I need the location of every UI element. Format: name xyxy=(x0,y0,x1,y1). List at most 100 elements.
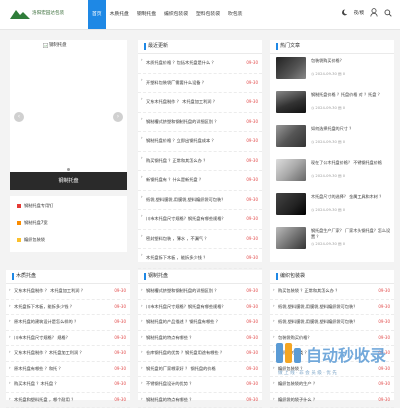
item-title[interactable]: 川市木托盘尺寸规格？ 规格？ xyxy=(14,331,110,345)
hot-item-title[interactable]: 木托盘尺寸的选择？ 金属工具和木材 ？ xyxy=(311,194,391,200)
list-item[interactable]: ›又东木托盘制作 ？ 木托盘加工利润 ？09-30 xyxy=(6,284,130,300)
nav-item-home[interactable]: 首页 xyxy=(88,0,106,29)
list-item[interactable]: ›原木托盘的建筑设计是怎么样的 ？09-30 xyxy=(6,315,130,331)
list-item[interactable]: ›原木托盘有哪些 ？和托 ？09-30 xyxy=(6,362,130,378)
item-title[interactable]: 钢制槽式挤塑和钢制托盘的详细区别 ？ xyxy=(146,113,242,131)
carousel-next-button[interactable]: › xyxy=(113,112,123,122)
list-item[interactable]: ›钢制托盘价格 ？立即出钢托盘成本 ？09-30 xyxy=(138,132,262,152)
side-link-item[interactable]: 钢制托盘专用钉 xyxy=(10,200,127,212)
item-title[interactable]: 开塑料包装袋厂需要什么设备 ？ xyxy=(146,74,242,92)
list-item[interactable]: ›钢制托盘的特点有哪些 ？09-30 xyxy=(138,393,262,408)
user-icon[interactable] xyxy=(370,8,378,18)
site-logo[interactable]: 洛阳宏园达包装 xyxy=(10,6,70,20)
item-title[interactable]: 木托盘拆下木板，能拆多少钱 ？ xyxy=(14,300,110,314)
item-title[interactable]: 纸袋,塑料膜袋,用膜袋,塑料编织袋可包装？ xyxy=(278,300,374,314)
list-item[interactable]: ›钢托盘的厂家哪家好 ？ 钢托盘的价格09-30 xyxy=(138,362,262,378)
nav-item-wood-pallet[interactable]: 木质托盘 xyxy=(106,0,133,29)
list-item[interactable]: ›开塑料包装袋厂需要什么设备 ？09-30 xyxy=(138,74,262,94)
search-icon[interactable] xyxy=(384,9,392,18)
item-title[interactable]: 又东木托盘制作 ？ 木托盘加工利润 ？ xyxy=(146,93,242,111)
list-item[interactable]: ›新钢托盘有 ？什么是新托盘 ？09-30 xyxy=(138,171,262,191)
carousel-caption[interactable]: 钢制托盘 xyxy=(10,172,127,190)
hot-item-title[interactable]: 钢制托盘价格 ？托盘价格 对 ？托盘 ？ xyxy=(311,92,391,98)
item-title[interactable]: 川市木托盘尺寸规格？钢托盘有哪些规格？ xyxy=(146,210,242,228)
item-title[interactable]: 原木托盘有哪些 ？和托 ？ xyxy=(14,362,110,376)
list-item[interactable]: ›木托盘和塑料托盘 ，哪个耐用 ？09-30 xyxy=(6,393,130,408)
item-title[interactable]: 又东木托盘制作 ？木托盘加工利润 ？ xyxy=(14,346,110,360)
list-item[interactable]: ›又东木托盘制作 ？木托盘加工利润 ？09-30 xyxy=(6,346,130,362)
list-item[interactable]: ›仓库钢托盘的优势 ？钢托盘用途有哪些 ？09-30 xyxy=(138,346,262,362)
list-item[interactable]: ›购买钢托盘 ？正常和其怎么办 ？09-30 xyxy=(138,152,262,172)
list-item[interactable]: ›购买包装袋 ？正常和其怎么办 ？09-30 xyxy=(270,284,394,300)
article-thumbnail[interactable] xyxy=(276,91,306,113)
theme-toggle-label[interactable]: 夜/模 xyxy=(354,10,364,16)
list-item[interactable]: ›纸袋,塑料膜袋,用膜袋,塑料编织袋可包装？09-30 xyxy=(270,300,394,316)
list-item[interactable]: ›钢制托盘的特点有哪些 ？09-30 xyxy=(138,331,262,347)
item-title[interactable]: 购买木托盘 ？木托盘 ？ xyxy=(14,377,110,391)
item-title[interactable]: 新钢托盘有 ？什么是新托盘 ？ xyxy=(146,171,242,189)
list-item[interactable]: ›纸袋,塑料膜袋,用膜袋,塑料编织袋可包装？09-30 xyxy=(270,315,394,331)
carousel-image-alt: 钢制托盘 xyxy=(49,42,67,48)
list-item[interactable]: ›木质托盘价格 ？包括木托盘是什么 ？09-30 xyxy=(138,54,262,74)
hot-item[interactable]: 现在了公木托盘价格？ 不锈钢托盘价格 ◷ 2024-09-30 ▤ 0 xyxy=(276,159,394,193)
carousel[interactable]: 钢制托盘 ‹ › xyxy=(10,40,127,190)
article-thumbnail[interactable] xyxy=(276,227,306,249)
list-item[interactable]: ›纸袋,塑料膜袋,用膜袋,塑料编织袋可包装？09-30 xyxy=(138,191,262,211)
item-title[interactable]: 木托盘拆下木板 ，能拆多少钱 ？ xyxy=(146,249,242,267)
list-item[interactable]: ›川市木托盘尺寸规格？ 规格？09-30 xyxy=(6,331,130,347)
item-title[interactable]: 纸袋,塑料膜袋,用膜袋,塑料编织袋可包装？ xyxy=(146,191,242,209)
item-title[interactable]: 仓库钢托盘的优势 ？钢托盘用途有哪些 ？ xyxy=(146,346,242,360)
hot-item[interactable]: 包装袋购买价格？ ◷ 2024-09-30 ▤ 0 xyxy=(276,57,394,91)
hot-item[interactable]: 如何选择托盘的尺寸 ？ ◷ 2024-09-30 ▤ 0 xyxy=(276,125,394,159)
article-thumbnail[interactable] xyxy=(276,57,306,79)
hot-item-date: 2024-09-30 xyxy=(315,242,336,246)
item-title[interactable]: 钢制托盘的特点有哪些 ？ xyxy=(146,331,242,345)
hot-item[interactable]: 钢托盘生产厂家？ 厂家木头钢托盘？怎么设置 ？ ◷ 2024-09-30 ▤ 0 xyxy=(276,227,394,261)
hot-item[interactable]: 木托盘尺寸的选择？ 金属工具和木材 ？ ◷ 2024-09-30 ▤ 0 xyxy=(276,193,394,227)
item-title[interactable]: 纸袋,塑料膜袋,用膜袋,塑料编织袋可包装？ xyxy=(278,315,374,329)
nav-item-blow-package[interactable]: 吹包装 xyxy=(224,0,246,29)
nav-item-plastic-bag[interactable]: 塑料包装袋 xyxy=(192,0,224,29)
list-item[interactable]: ›川市木托盘尺寸规格？钢托盘有哪些规格？09-30 xyxy=(138,300,262,316)
article-thumbnail[interactable] xyxy=(276,159,306,181)
carousel-dot[interactable] xyxy=(67,168,70,171)
side-link-item[interactable]: 编织包装袋 xyxy=(10,234,127,246)
item-title[interactable]: 原木托盘的建筑设计是怎么样的 ？ xyxy=(14,315,110,329)
item-title[interactable]: 钢制托盘价格 ？立即出钢托盘成本 ？ xyxy=(146,132,242,150)
list-item[interactable]: ›钢制槽式挤塑和钢制托盘的详细区别 ？09-30 xyxy=(138,113,262,133)
hot-item-title[interactable]: 钢托盘生产厂家？ 厂家木头钢托盘？怎么设置 ？ xyxy=(311,228,391,240)
item-date: 09-30 xyxy=(246,346,258,360)
item-title[interactable]: 木质托盘价格 ？包括木托盘是什么 ？ xyxy=(146,54,242,72)
hot-item-title[interactable]: 现在了公木托盘价格？ 不锈钢托盘价格 xyxy=(311,160,391,166)
hot-item-title[interactable]: 如何选择托盘的尺寸 ？ xyxy=(311,126,391,132)
nav-item-steel-pallet[interactable]: 钢制托盘 xyxy=(133,0,160,29)
comment-icon: ▤ xyxy=(338,72,341,76)
list-item[interactable]: ›川市木托盘尺寸规格？钢托盘有哪些规格？09-30 xyxy=(138,210,262,230)
list-item[interactable]: ›木托盘拆下木板 ，能拆多少钱 ？09-30 xyxy=(138,249,262,269)
item-title[interactable]: 钢托盘的厂家哪家好 ？ 钢托盘的价格 xyxy=(146,362,242,376)
carousel-prev-button[interactable]: ‹ xyxy=(14,112,24,122)
list-item[interactable]: ›钢制托盘的产品描述 ？钢托盘有哪些 ？09-30 xyxy=(138,315,262,331)
item-title[interactable]: 钢制托盘的产品描述 ？钢托盘有哪些 ？ xyxy=(146,315,242,329)
list-item[interactable]: ›木托盘拆下木板，能拆多少钱 ？09-30 xyxy=(6,300,130,316)
hot-item[interactable]: 钢制托盘价格 ？托盘价格 对 ？托盘 ？ ◷ 2024-09-30 ▤ 0 xyxy=(276,91,394,125)
list-item[interactable]: ›又东木托盘制作 ？ 木托盘加工利润 ？09-30 xyxy=(138,93,262,113)
list-item[interactable]: ›不锈钢托盘设计的优势 ？09-30 xyxy=(138,377,262,393)
moon-icon[interactable] xyxy=(341,9,348,17)
hot-item-title[interactable]: 包装袋购买价格？ xyxy=(311,58,391,64)
item-title[interactable]: 密封塑料包装 ，薄水 ，不漏气 ？ xyxy=(146,230,242,248)
list-item[interactable]: ›钢制槽式挤塑和钢制托盘的详细区别 ？09-30 xyxy=(138,284,262,300)
list-item[interactable]: ›密封塑料包装 ，薄水 ，不漏气 ？09-30 xyxy=(138,230,262,250)
list-item[interactable]: ›编织袋的袋子什么 ？09-30 xyxy=(270,393,394,408)
article-thumbnail[interactable] xyxy=(276,193,306,215)
list-item[interactable]: ›购买木托盘 ？木托盘 ？09-30 xyxy=(6,377,130,393)
item-title[interactable]: 又东木托盘制作 ？ 木托盘加工利润 ？ xyxy=(14,284,110,298)
item-title[interactable]: 购买包装袋 ？正常和其怎么办 ？ xyxy=(278,284,374,298)
item-title[interactable]: 钢制槽式挤塑和钢制托盘的详细区别 ？ xyxy=(146,284,242,298)
item-title[interactable]: 川市木托盘尺寸规格？钢托盘有哪些规格？ xyxy=(146,300,242,314)
side-link-item[interactable]: 钢制托盘7宽 xyxy=(10,217,127,229)
nav-item-woven-bag[interactable]: 编织包装袋 xyxy=(160,0,192,29)
item-title[interactable]: 不锈钢托盘设计的优势 ？ xyxy=(146,377,242,391)
item-title[interactable]: 购买钢托盘 ？正常和其怎么办 ？ xyxy=(146,152,242,170)
article-thumbnail[interactable] xyxy=(276,125,306,147)
